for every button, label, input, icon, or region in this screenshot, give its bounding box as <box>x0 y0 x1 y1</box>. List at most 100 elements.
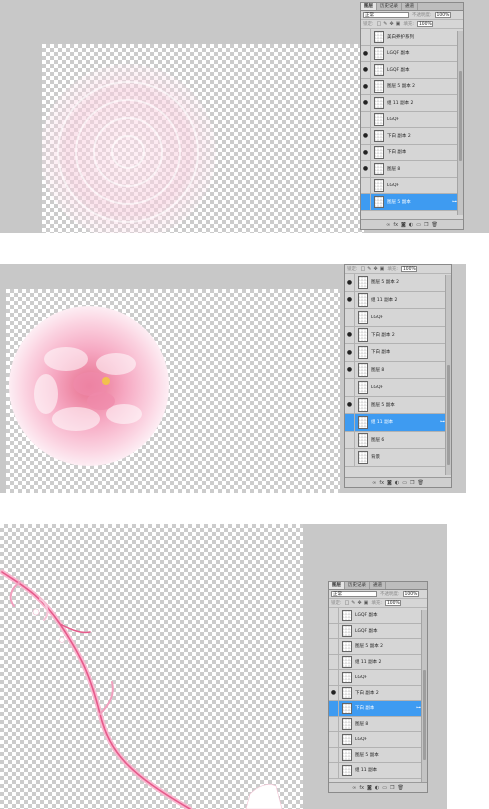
eye-icon[interactable]: ● <box>361 78 371 94</box>
layer-row[interactable]: ● 图层 5 副本 2 <box>345 274 451 292</box>
layer-row[interactable]: ● 组 11 副本 <box>329 763 427 779</box>
scrollbar[interactable] <box>457 31 463 215</box>
tab-history[interactable]: 历史记录 <box>345 582 370 589</box>
tab-channels[interactable]: 通道 <box>402 3 418 10</box>
eye-icon[interactable]: ● <box>329 701 339 716</box>
new-layer-icon[interactable]: ❐ <box>410 480 414 486</box>
eye-icon[interactable]: ● <box>345 274 355 291</box>
link-layers-icon[interactable]: ∞ <box>372 480 376 486</box>
eye-icon[interactable]: ● <box>329 639 339 654</box>
eye-icon[interactable]: ● <box>361 161 371 177</box>
folder-icon[interactable]: ▭ <box>402 480 407 486</box>
mask-icon[interactable]: ◙ <box>367 785 372 791</box>
tab-history[interactable]: 历史记录 <box>377 3 402 10</box>
lock-move-icon[interactable]: ✥ <box>373 266 377 272</box>
lock-all-icon[interactable]: ▣ <box>380 266 385 272</box>
layer-row[interactable]: ● 图层 8 <box>345 361 451 379</box>
lock-transparent-icon[interactable]: □ <box>361 266 366 272</box>
layer-row[interactable]: ● 组 11 副本 2 <box>329 654 427 670</box>
fill-input[interactable]: 100% <box>400 266 417 272</box>
fx-icon[interactable]: fx <box>393 222 398 228</box>
lock-move-icon[interactable]: ✥ <box>389 21 393 27</box>
eye-icon[interactable]: ● <box>329 763 339 778</box>
layer-row[interactable]: ● LGQF <box>345 379 451 397</box>
document-canvas[interactable] <box>6 289 340 493</box>
eye-icon[interactable]: ● <box>345 449 355 466</box>
eye-icon[interactable]: ● <box>345 309 355 326</box>
trash-icon[interactable]: 🗑 <box>398 785 404 791</box>
eye-icon[interactable]: ● <box>345 291 355 308</box>
tab-layers[interactable]: 图层 <box>361 3 377 10</box>
fx-icon[interactable]: fx <box>359 785 364 791</box>
document-canvas[interactable] <box>42 44 364 233</box>
eye-icon[interactable]: ● <box>345 431 355 448</box>
fx-icon[interactable]: fx <box>379 480 384 486</box>
mask-icon[interactable]: ◙ <box>387 480 392 486</box>
folder-icon[interactable]: ▭ <box>382 785 387 791</box>
eye-icon[interactable]: ● <box>345 361 355 378</box>
layer-row[interactable]: ● LGQF <box>345 309 451 327</box>
eye-icon[interactable]: ● <box>361 111 371 127</box>
scrollbar[interactable] <box>445 275 451 475</box>
eye-icon[interactable]: ● <box>345 396 355 413</box>
tab-channels[interactable]: 通道 <box>370 582 386 589</box>
fill-input[interactable]: 100% <box>416 21 433 27</box>
layer-row[interactable]: ● 组 11 副本 2 <box>345 291 451 309</box>
eye-icon[interactable]: ● <box>329 654 339 669</box>
eye-icon[interactable]: ● <box>345 344 355 361</box>
layer-row[interactable]: ● 下白 副本 <box>345 344 451 362</box>
trash-icon[interactable]: 🗑 <box>418 480 424 486</box>
mask-icon[interactable]: ◙ <box>401 222 406 228</box>
link-layers-icon[interactable]: ∞ <box>386 222 390 228</box>
adjustment-icon[interactable]: ◐ <box>395 480 399 486</box>
layer-row[interactable]: ● 图层 5 副本 <box>329 747 427 763</box>
layer-row[interactable]: ● 下白 副本 2 <box>329 685 427 701</box>
eye-icon[interactable]: ● <box>361 194 371 210</box>
new-layer-icon[interactable]: ❐ <box>424 222 428 228</box>
eye-icon[interactable]: ● <box>361 144 371 160</box>
layer-row[interactable]: ● LGQF <box>329 670 427 686</box>
layer-row[interactable]: ● 图层 8 <box>361 161 463 178</box>
layer-row[interactable]: ● LGQF 副本 <box>329 623 427 639</box>
layer-row[interactable]: ● 图层 6 <box>345 431 451 449</box>
layer-row[interactable]: ● 下白 副本 2 <box>345 326 451 344</box>
blend-mode-select[interactable]: 正常 <box>331 591 377 597</box>
link-layers-icon[interactable]: ∞ <box>352 785 356 791</box>
layer-row[interactable]: ● LGQF <box>361 111 463 128</box>
eye-icon[interactable]: ● <box>329 685 339 700</box>
lock-transparent-icon[interactable]: □ <box>377 21 382 27</box>
eye-icon[interactable]: ● <box>329 670 339 685</box>
layer-row[interactable]: ● LGQF <box>361 177 463 194</box>
layer-row[interactable]: ● 下白 副本 2 <box>361 128 463 145</box>
eye-icon[interactable]: ● <box>361 29 371 45</box>
layer-row[interactable]: ● 图层 8 <box>329 716 427 732</box>
lock-transparent-icon[interactable]: □ <box>345 600 350 606</box>
lock-move-icon[interactable]: ✥ <box>357 600 361 606</box>
layer-row[interactable]: ● LGQF 副本 <box>361 45 463 62</box>
layer-row[interactable]: ●组 11 副本⊶ <box>345 414 451 432</box>
eye-icon[interactable]: ● <box>361 62 371 78</box>
eye-icon[interactable]: ● <box>345 326 355 343</box>
eye-icon[interactable]: ● <box>329 747 339 762</box>
lock-brush-icon[interactable]: ✎ <box>383 21 387 27</box>
layer-row[interactable]: ● LGQF 副本 <box>329 608 427 624</box>
layer-row[interactable]: ● LGQF <box>329 732 427 748</box>
lock-brush-icon[interactable]: ✎ <box>351 600 355 606</box>
adjustment-icon[interactable]: ◐ <box>409 222 413 228</box>
opacity-input[interactable]: 100% <box>402 591 419 597</box>
eye-icon[interactable]: ● <box>329 732 339 747</box>
eye-icon[interactable]: ● <box>361 95 371 111</box>
blend-mode-select[interactable]: 正常 <box>363 12 409 18</box>
document-canvas[interactable] <box>0 524 303 809</box>
layer-row[interactable]: ● 图层 5 副本 2 <box>329 639 427 655</box>
layer-row[interactable]: ● LGQF 副本 <box>361 62 463 79</box>
eye-icon[interactable]: ● <box>329 623 339 638</box>
layer-row[interactable]: ●图层 5 副本⊶ <box>361 194 463 211</box>
eye-icon[interactable]: ● <box>361 177 371 193</box>
tab-layers[interactable]: 图层 <box>329 582 345 589</box>
lock-brush-icon[interactable]: ✎ <box>367 266 371 272</box>
new-layer-icon[interactable]: ❐ <box>390 785 394 791</box>
layer-row[interactable]: ● 美白养护系列 <box>361 29 463 46</box>
layer-row[interactable]: ●下白 副本⊶ <box>329 701 427 717</box>
layer-row[interactable]: ● 图层 5 副本 2 <box>361 78 463 95</box>
